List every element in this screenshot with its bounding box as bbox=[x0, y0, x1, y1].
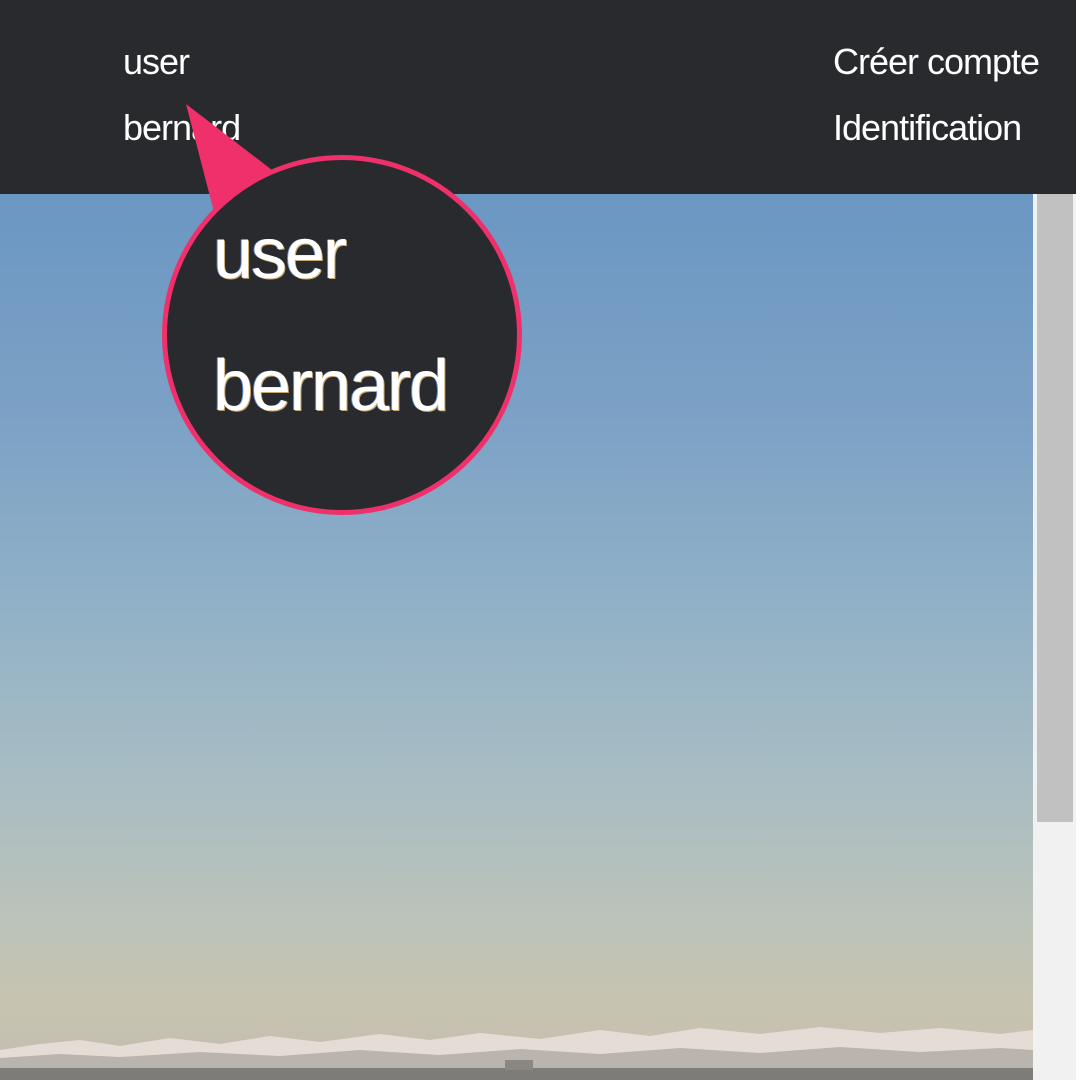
scrollbar-thumb[interactable] bbox=[1037, 194, 1073, 822]
top-navbar: user bernard Créer compte Identification bbox=[0, 0, 1076, 194]
zoom-callout-user-text: user bbox=[213, 214, 347, 294]
page: user bernard Créer compte Identification… bbox=[0, 0, 1080, 1080]
nav-link-bernard[interactable]: bernard bbox=[123, 110, 241, 146]
nav-link-user[interactable]: user bbox=[123, 44, 190, 80]
login-link[interactable]: Identification bbox=[833, 110, 1022, 146]
create-account-link[interactable]: Créer compte bbox=[833, 44, 1040, 80]
right-edge bbox=[1076, 0, 1080, 1080]
scrollbar[interactable] bbox=[1033, 194, 1076, 1080]
mountain-horizon bbox=[0, 1027, 1033, 1080]
zoom-callout: user bernard bbox=[162, 155, 522, 515]
zoom-callout-bernard-text: bernard bbox=[213, 346, 449, 426]
